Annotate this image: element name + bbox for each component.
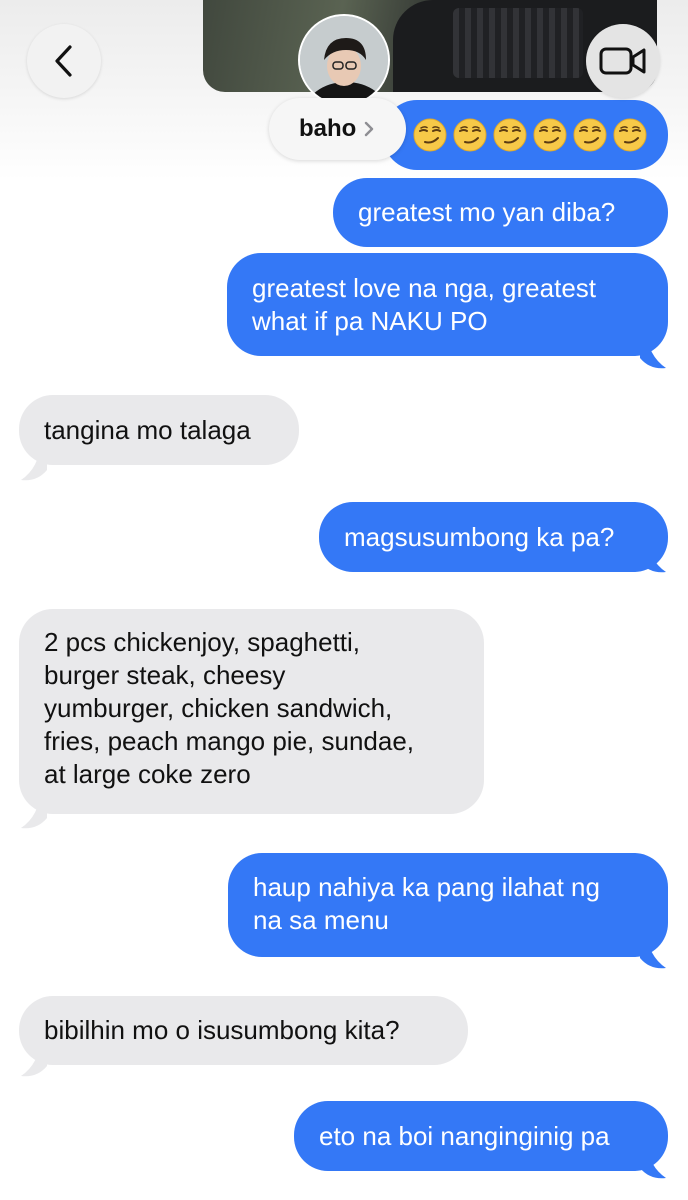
message-text: bibilhin mo o isusumbong kita? [44,1015,400,1045]
message-line: na sa menu [253,905,389,935]
video-camera-icon [599,47,646,75]
message-line: burger steak, cheesy [44,660,286,690]
message-line: 2 pcs chickenjoy, spaghetti, [44,627,361,657]
contact-avatar[interactable] [298,14,390,106]
message-line: fries, peach mango pie, sundae, [44,726,415,756]
message-outgoing[interactable]: magsusumbong ka pa? [319,502,668,572]
message-line: greatest love na nga, greatest [252,273,597,303]
message-line: at large coke zero [44,759,251,789]
emoji-row [413,100,668,170]
smirk-emoji-icon [453,118,487,152]
chevron-right-icon [365,121,374,137]
message-line: haup nahiya ka pang ilahat ng [253,872,600,902]
message-line: what if pa NAKU PO [252,306,488,336]
message-text: magsusumbong ka pa? [344,522,615,552]
message-outgoing[interactable]: eto na boi nanginginig pa [294,1101,668,1171]
message-line: yumburger, chicken sandwich, [44,693,393,723]
smirk-emoji-icon [533,118,567,152]
message-text: tangina mo talaga [44,415,251,445]
message-text: eto na boi nanginginig pa [319,1121,610,1151]
smirk-emoji-icon [413,118,447,152]
message-outgoing[interactable]: haup nahiya ka pang ilahat ng na sa menu [228,853,668,957]
smirk-emoji-icon [493,118,527,152]
message-outgoing[interactable]: greatest mo yan diba? [333,178,668,247]
message-text: greatest mo yan diba? [358,197,616,227]
message-incoming[interactable]: bibilhin mo o isusumbong kita? [19,996,468,1065]
contact-name: baho [299,115,357,142]
facetime-video-button[interactable] [586,24,660,98]
smirk-emoji-icon [573,118,607,152]
message-outgoing-emoji[interactable] [383,100,668,170]
back-button[interactable] [27,24,101,98]
message-outgoing[interactable]: greatest love na nga, greatest what if p… [227,253,668,356]
contact-name-button[interactable]: baho [269,98,406,160]
message-incoming[interactable]: tangina mo talaga [19,395,299,465]
back-chevron-icon [55,45,72,77]
message-incoming[interactable]: 2 pcs chickenjoy, spaghetti, burger stea… [19,609,484,814]
smirk-emoji-icon [613,118,647,152]
